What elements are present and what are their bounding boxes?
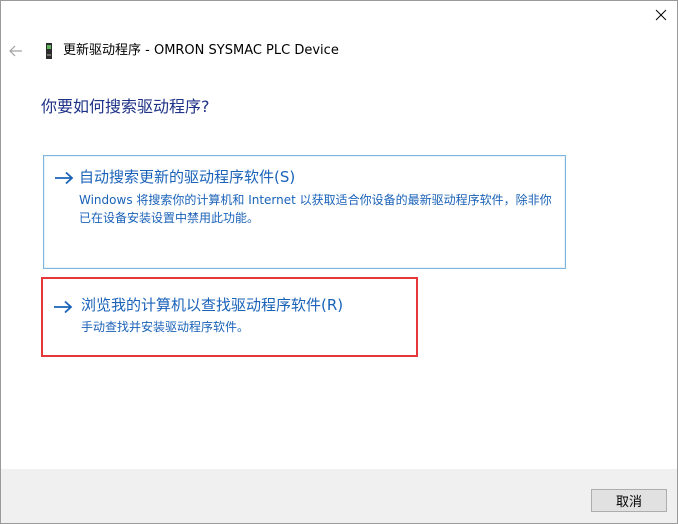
dialog-window: 更新驱动程序 - OMRON SYSMAC PLC Device 你要如何搜索驱… (0, 0, 678, 524)
option-browse-computer[interactable]: 浏览我的计算机以查找驱动程序软件(R) 手动查找并安装驱动程序软件。 (41, 277, 418, 357)
page-heading: 你要如何搜索驱动程序? (41, 97, 210, 116)
option-title: 浏览我的计算机以查找驱动程序软件(R) (81, 296, 344, 314)
dialog-footer: 取消 (1, 469, 677, 523)
arrow-right-icon (54, 300, 73, 314)
arrow-right-icon (55, 171, 74, 185)
option-title: 自动搜索更新的驱动程序软件(S) (79, 168, 296, 186)
back-arrow-icon (9, 45, 22, 57)
option-search-automatically[interactable]: 自动搜索更新的驱动程序软件(S) Windows 将搜索你的计算机和 Inter… (43, 155, 566, 269)
dialog-title: 更新驱动程序 - OMRON SYSMAC PLC Device (63, 43, 339, 58)
back-button[interactable] (6, 41, 26, 61)
option-description: Windows 将搜索你的计算机和 Internet 以获取适合你设备的最新驱动… (79, 193, 552, 225)
cancel-button[interactable]: 取消 (591, 489, 667, 512)
close-icon (655, 9, 666, 21)
option-description: 手动查找并安装驱动程序软件。 (81, 320, 250, 334)
device-icon (46, 43, 52, 59)
close-button[interactable] (644, 1, 677, 29)
